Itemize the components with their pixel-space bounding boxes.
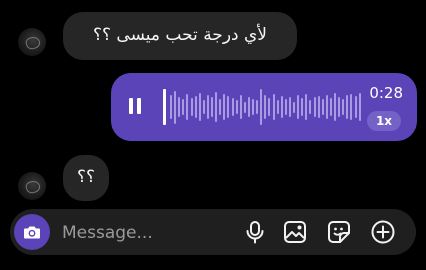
waveform-bar [219,99,222,115]
waveform-bar [231,98,234,116]
add-icon[interactable] [370,219,396,245]
sticker-icon[interactable] [326,219,352,245]
sender-avatar[interactable] [18,172,46,200]
voice-duration: 0:28 [369,84,403,102]
audio-waveform[interactable] [163,73,361,141]
waveform-bar [321,99,324,115]
microphone-icon[interactable] [242,219,268,245]
waveform-bar [174,90,177,124]
waveform-bar [301,98,304,116]
waveform-bar [338,97,341,117]
waveform-bar [354,96,357,118]
waveform-bar [264,94,267,120]
waveform-bar [325,94,328,120]
incoming-message-bubble[interactable]: لأي درجة تحب ميسى ؟؟ [63,12,297,60]
waveform-bar [329,98,332,116]
waveform-bar [252,99,254,115]
pause-icon[interactable] [129,98,141,114]
waveform-bar [293,101,295,113]
camera-icon [24,226,40,239]
waveform-bar [260,89,263,125]
message-composer [10,209,416,255]
waveform-bar [280,96,283,118]
waveform-bar [194,96,197,118]
waveform-bar [305,93,308,121]
waveform-bar [256,100,259,114]
waveform-bar [342,99,345,115]
waveform-bar [211,97,213,117]
waveform-bar [202,100,205,114]
waveform-bar [182,99,185,115]
playback-speed-button[interactable]: 1x [367,111,401,131]
waveform-bar [186,93,189,121]
waveform-bar [288,97,291,117]
waveform-bar [247,97,250,117]
incoming-message-bubble[interactable]: ؟؟ [63,155,109,201]
sender-avatar[interactable] [18,28,46,56]
waveform-bar [350,93,353,121]
waveform-bar [346,94,349,120]
waveform-bar [227,96,230,118]
waveform-bar [317,96,320,118]
waveform-bar [198,92,201,122]
waveform-bar [313,97,316,117]
waveform-bar [276,100,279,114]
waveform-bar [235,100,238,114]
waveform-bar [243,101,246,113]
waveform-bar [268,98,271,116]
waveform-bar [170,94,172,120]
message-input[interactable] [60,220,224,246]
avatar-logo-mark [24,35,42,51]
waveform-bar [358,92,361,122]
waveform-bar [206,94,209,120]
waveform-bar [215,91,218,123]
waveform-bar [309,100,312,114]
waveform-bar [190,98,193,116]
waveform-bar [223,93,226,121]
message-text: لأي درجة تحب ميسى ؟؟ [92,25,268,45]
waveform-bar [239,94,242,120]
waveform-playhead[interactable] [163,89,166,125]
voice-message-bubble[interactable]: 0:28 1x [111,73,417,141]
gallery-icon[interactable] [282,219,308,245]
camera-button[interactable] [14,214,50,250]
waveform-bar [297,94,300,120]
waveform-bar [284,99,287,115]
waveform-bar [178,97,181,117]
message-text: ؟؟ [76,167,96,187]
waveform-bar [334,92,336,122]
avatar-logo-mark [24,179,42,195]
waveform-bar [272,93,275,121]
